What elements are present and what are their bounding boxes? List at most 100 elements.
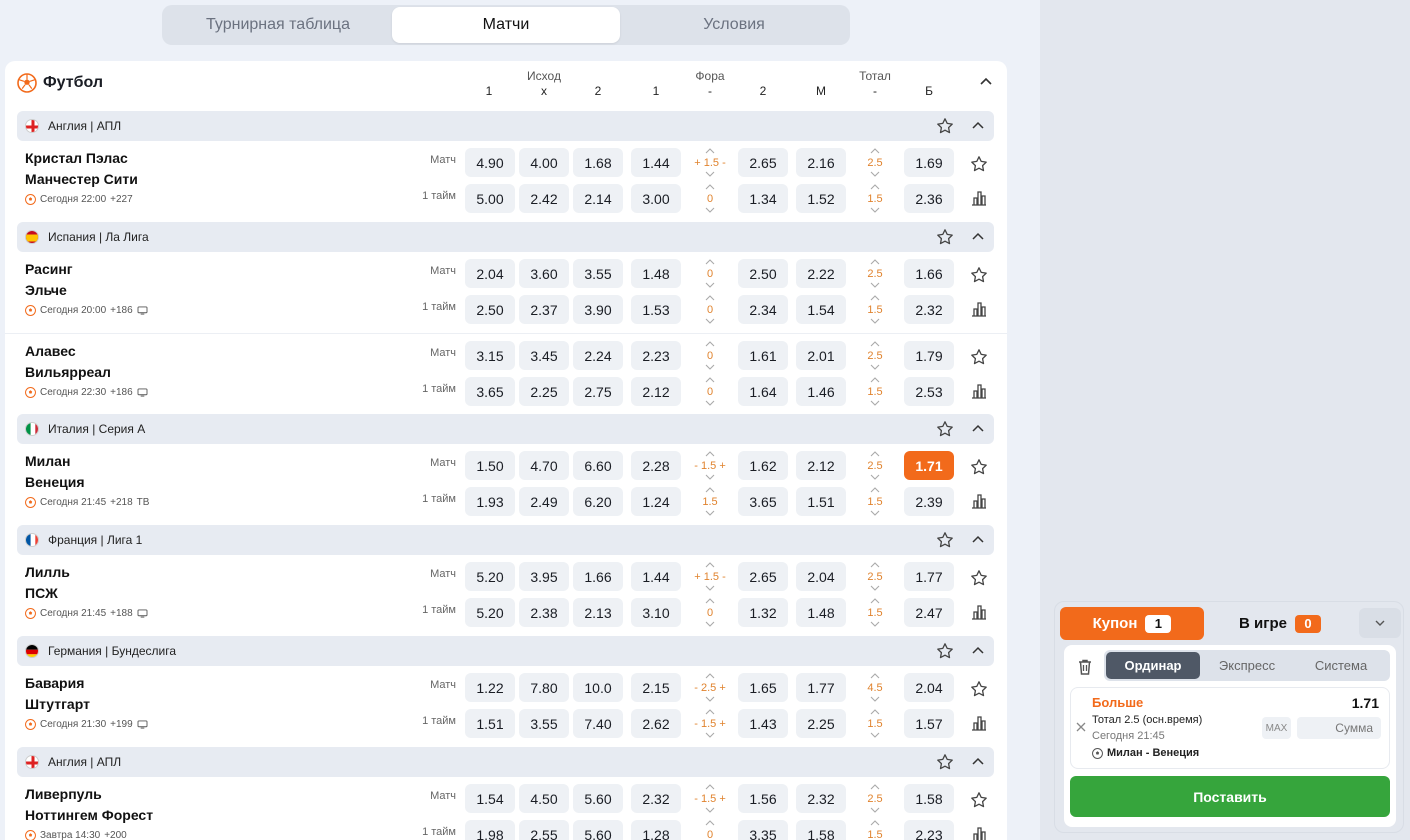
odd-button[interactable]: 2.04	[796, 562, 846, 591]
odd-button[interactable]: 2.23	[904, 820, 954, 840]
odd-button[interactable]: 2.65	[738, 562, 788, 591]
chevron-up-icon[interactable]	[971, 422, 985, 436]
star-icon[interactable]	[970, 791, 988, 809]
odd-button[interactable]: 2.12	[631, 377, 681, 406]
league-header[interactable]: Германия | Бундеслига	[17, 636, 994, 666]
odd-button[interactable]: 2.65	[738, 148, 788, 177]
odd-button[interactable]: 1.65	[738, 673, 788, 702]
chevron-up-icon[interactable]	[971, 119, 985, 133]
odd-button[interactable]: 1.54	[465, 784, 515, 813]
odd-button[interactable]: 1.34	[738, 184, 788, 213]
odd-button[interactable]: 2.25	[519, 377, 569, 406]
more-markets-count[interactable]: +218	[110, 497, 133, 508]
star-icon[interactable]	[970, 155, 988, 173]
stats-chart-icon[interactable]	[970, 382, 988, 400]
odd-button[interactable]: 5.20	[465, 562, 515, 591]
odd-button[interactable]: 5.00	[465, 184, 515, 213]
odd-button[interactable]: 3.15	[465, 341, 515, 370]
more-markets-count[interactable]: +186	[110, 387, 133, 398]
star-icon[interactable]	[936, 642, 954, 660]
stake-input[interactable]	[1297, 717, 1381, 739]
odd-button[interactable]: 1.61	[738, 341, 788, 370]
coupon-tab[interactable]: Купон 1	[1060, 607, 1204, 640]
odd-button[interactable]: 1.71	[904, 451, 954, 480]
chevron-up-icon[interactable]	[971, 230, 985, 244]
odd-button[interactable]: 2.53	[904, 377, 954, 406]
chevron-up-icon[interactable]	[971, 533, 985, 547]
stats-chart-icon[interactable]	[970, 603, 988, 621]
away-team[interactable]: Ноттингем Форест	[25, 807, 153, 823]
odd-button[interactable]: 2.04	[904, 673, 954, 702]
star-icon[interactable]	[970, 348, 988, 366]
odd-button[interactable]: 4.90	[465, 148, 515, 177]
odd-button[interactable]: 1.58	[904, 784, 954, 813]
away-team[interactable]: Вильярреал	[25, 364, 111, 380]
odd-button[interactable]: 3.60	[519, 259, 569, 288]
league-header[interactable]: Франция | Лига 1	[17, 525, 994, 555]
league-header[interactable]: Англия | АПЛ	[17, 111, 994, 141]
odd-button[interactable]: 1.79	[904, 341, 954, 370]
odd-button[interactable]: 1.64	[738, 377, 788, 406]
odd-button[interactable]: 2.42	[519, 184, 569, 213]
stats-chart-icon[interactable]	[970, 714, 988, 732]
odd-button[interactable]: 2.15	[631, 673, 681, 702]
odd-button[interactable]: 1.54	[796, 295, 846, 324]
star-icon[interactable]	[970, 569, 988, 587]
odd-button[interactable]: 3.90	[573, 295, 623, 324]
odd-button[interactable]: 2.62	[631, 709, 681, 738]
odd-button[interactable]: 1.52	[796, 184, 846, 213]
star-icon[interactable]	[970, 680, 988, 698]
away-team[interactable]: Штутгарт	[25, 696, 90, 712]
odd-button[interactable]: 3.00	[631, 184, 681, 213]
chevron-up-icon[interactable]	[971, 755, 985, 769]
more-markets-count[interactable]: +188	[110, 608, 133, 619]
home-team[interactable]: Кристал Пэлас	[25, 150, 128, 166]
odd-button[interactable]: 1.57	[904, 709, 954, 738]
odd-button[interactable]: 4.00	[519, 148, 569, 177]
odd-button[interactable]: 7.40	[573, 709, 623, 738]
home-team[interactable]: Лилль	[25, 564, 70, 580]
odd-button[interactable]: 10.0	[573, 673, 623, 702]
stats-chart-icon[interactable]	[970, 825, 988, 840]
odd-button[interactable]: 4.70	[519, 451, 569, 480]
odd-button[interactable]: 2.49	[519, 487, 569, 516]
odd-button[interactable]: 7.80	[519, 673, 569, 702]
home-team[interactable]: Ливерпуль	[25, 786, 102, 802]
odd-button[interactable]: 2.24	[573, 341, 623, 370]
odd-button[interactable]: 2.50	[738, 259, 788, 288]
league-header[interactable]: Испания | Ла Лига	[17, 222, 994, 252]
odd-button[interactable]: 1.48	[796, 598, 846, 627]
chevron-up-icon[interactable]	[971, 644, 985, 658]
league-header[interactable]: Англия | АПЛ	[17, 747, 994, 777]
coupon-collapse-button[interactable]	[1359, 608, 1401, 638]
odd-button[interactable]: 2.38	[519, 598, 569, 627]
away-team[interactable]: Эльче	[25, 282, 67, 298]
odd-button[interactable]: 1.44	[631, 148, 681, 177]
odd-button[interactable]: 2.12	[796, 451, 846, 480]
odd-button[interactable]: 2.39	[904, 487, 954, 516]
star-icon[interactable]	[936, 531, 954, 549]
odd-button[interactable]: 2.01	[796, 341, 846, 370]
home-team[interactable]: Бавария	[25, 675, 84, 691]
stats-chart-icon[interactable]	[970, 492, 988, 510]
home-team[interactable]: Расинг	[25, 261, 73, 277]
odd-button[interactable]: 1.32	[738, 598, 788, 627]
odd-button[interactable]: 2.37	[519, 295, 569, 324]
odd-button[interactable]: 1.77	[904, 562, 954, 591]
odd-button[interactable]: 6.20	[573, 487, 623, 516]
odd-button[interactable]: 1.24	[631, 487, 681, 516]
odd-button[interactable]: 3.45	[519, 341, 569, 370]
odd-button[interactable]: 5.60	[573, 784, 623, 813]
odd-button[interactable]: 1.22	[465, 673, 515, 702]
more-markets-count[interactable]: +227	[110, 194, 133, 205]
odd-button[interactable]: 2.34	[738, 295, 788, 324]
odd-button[interactable]: 2.55	[519, 820, 569, 840]
odd-button[interactable]: 5.60	[573, 820, 623, 840]
away-team[interactable]: ПСЖ	[25, 585, 58, 601]
odd-button[interactable]: 1.58	[796, 820, 846, 840]
home-team[interactable]: Алавес	[25, 343, 76, 359]
odd-button[interactable]: 2.47	[904, 598, 954, 627]
odd-button[interactable]: 1.93	[465, 487, 515, 516]
odd-button[interactable]: 1.53	[631, 295, 681, 324]
odd-button[interactable]: 1.69	[904, 148, 954, 177]
